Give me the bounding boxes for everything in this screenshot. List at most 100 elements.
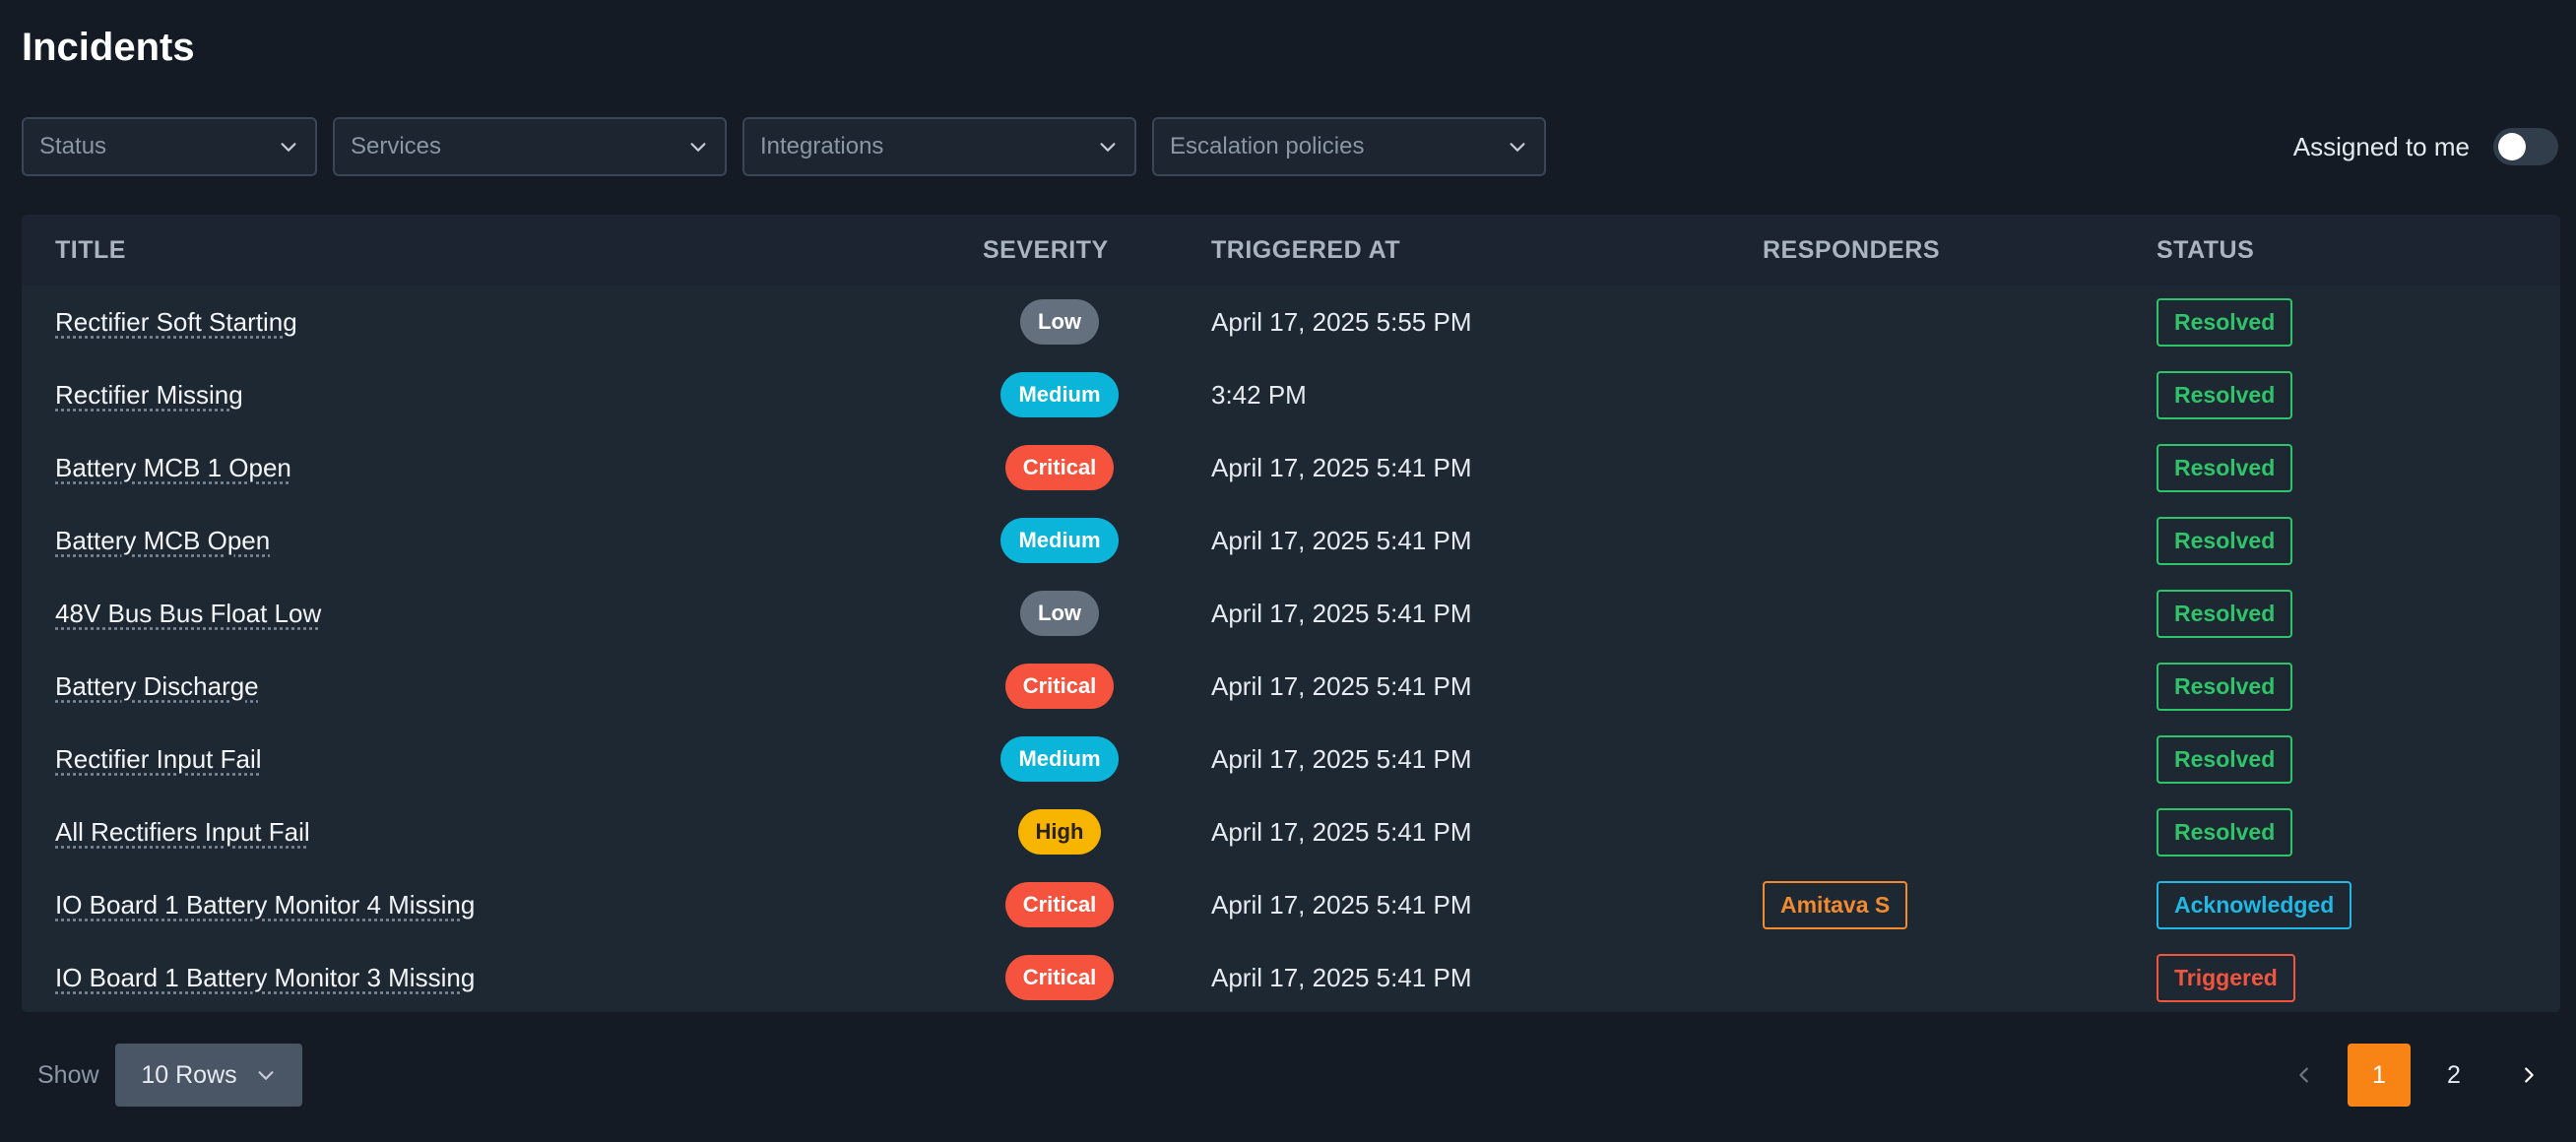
status-filter-placeholder: Status xyxy=(39,133,107,159)
cell-triggered-at: April 17, 2025 5:41 PM xyxy=(1211,962,1472,992)
incident-title-link[interactable]: All Rectifiers Input Fail xyxy=(55,817,310,847)
cell-title: IO Board 1 Battery Monitor 4 Missing xyxy=(22,890,908,920)
status-badge: Triggered xyxy=(2157,953,2295,1002)
severity-badge: Critical xyxy=(1004,955,1115,1000)
chevron-down-icon xyxy=(690,143,706,152)
cell-status: Resolved xyxy=(2157,807,2560,856)
severity-badge: Medium xyxy=(1000,518,1119,563)
cell-title: 48V Bus Bus Float Low xyxy=(22,599,908,629)
cell-status: Triggered xyxy=(2157,953,2560,1002)
header-status[interactable]: STATUS xyxy=(2157,236,2560,265)
status-badge: Resolved xyxy=(2157,589,2293,638)
status-badge: Resolved xyxy=(2157,734,2293,784)
status-badge: Resolved xyxy=(2157,807,2293,856)
prev-page-button[interactable] xyxy=(2273,1044,2336,1107)
severity-badge: Medium xyxy=(1000,372,1119,417)
cell-severity: Low xyxy=(908,591,1211,636)
next-page-button[interactable] xyxy=(2497,1044,2560,1107)
chevron-down-icon xyxy=(258,1071,274,1080)
cell-title: Rectifier Soft Starting xyxy=(22,307,908,338)
assigned-to-me: Assigned to me xyxy=(2293,126,2558,167)
incident-title-link[interactable]: 48V Bus Bus Float Low xyxy=(55,599,321,628)
incident-title-link[interactable]: Rectifier Missing xyxy=(55,380,243,410)
cell-responders: Amitava S xyxy=(1763,880,2157,929)
incident-title-link[interactable]: IO Board 1 Battery Monitor 4 Missing xyxy=(55,890,475,920)
incident-title-link[interactable]: Rectifier Soft Starting xyxy=(55,307,297,337)
table-row[interactable]: Rectifier Missing Medium 3:42 PM Resolve… xyxy=(22,358,2560,431)
show-label: Show xyxy=(37,1061,99,1089)
incident-title-link[interactable]: Battery MCB 1 Open xyxy=(55,453,291,482)
status-badge: Acknowledged xyxy=(2157,880,2352,929)
header-title[interactable]: TITLE xyxy=(22,236,908,265)
header-responders: RESPONDERS xyxy=(1763,235,1941,264)
cell-triggered-at: April 17, 2025 5:41 PM xyxy=(1211,889,1472,920)
table-row[interactable]: Rectifier Soft Starting Low April 17, 20… xyxy=(22,286,2560,358)
escalation-filter-placeholder: Escalation policies xyxy=(1170,133,1365,159)
severity-badge: Critical xyxy=(1004,664,1115,709)
cell-status: Resolved xyxy=(2157,370,2560,419)
header-triggered-at[interactable]: TRIGGERED AT xyxy=(1211,236,1763,265)
status-filter[interactable]: Status xyxy=(22,117,317,176)
status-badge: Resolved xyxy=(2157,662,2293,711)
integrations-filter[interactable]: Integrations xyxy=(742,117,1136,176)
incident-title-link[interactable]: Battery Discharge xyxy=(55,671,259,701)
incident-title-link[interactable]: IO Board 1 Battery Monitor 3 Missing xyxy=(55,963,475,992)
escalation-policies-filter[interactable]: Escalation policies xyxy=(1152,117,1546,176)
assigned-to-me-toggle[interactable] xyxy=(2493,128,2558,165)
cell-title: Battery Discharge xyxy=(22,671,908,702)
table-row[interactable]: 48V Bus Bus Float Low Low April 17, 2025… xyxy=(22,577,2560,650)
incident-title-link[interactable]: Battery MCB Open xyxy=(55,526,270,555)
table-body: Rectifier Soft Starting Low April 17, 20… xyxy=(22,286,2560,1012)
cell-status: Resolved xyxy=(2157,516,2560,565)
severity-badge: Low xyxy=(1020,299,1099,345)
table-row[interactable]: Battery MCB 1 Open Critical April 17, 20… xyxy=(22,431,2560,504)
page-2-button[interactable]: 2 xyxy=(2422,1044,2485,1107)
cell-severity: Medium xyxy=(908,518,1211,563)
toggle-knob xyxy=(2498,133,2526,160)
cell-severity: Critical xyxy=(908,882,1211,927)
cell-title: All Rectifiers Input Fail xyxy=(22,817,908,848)
rows-per-page-select[interactable]: 10 Rows xyxy=(115,1044,302,1107)
table-row[interactable]: IO Board 1 Battery Monitor 4 Missing Cri… xyxy=(22,868,2560,941)
status-badge: Resolved xyxy=(2157,516,2293,565)
cell-status: Resolved xyxy=(2157,297,2560,347)
cell-triggered-at: April 17, 2025 5:41 PM xyxy=(1211,743,1472,774)
chevron-down-icon xyxy=(1510,143,1525,152)
cell-severity: Low xyxy=(908,299,1211,345)
status-badge: Resolved xyxy=(2157,370,2293,419)
table-row[interactable]: Battery Discharge Critical April 17, 202… xyxy=(22,650,2560,723)
severity-badge: Critical xyxy=(1004,882,1115,927)
cell-triggered-at: April 17, 2025 5:41 PM xyxy=(1211,816,1472,847)
cell-status: Resolved xyxy=(2157,443,2560,492)
page-title: Incidents xyxy=(22,26,195,69)
cell-triggered-at: 3:42 PM xyxy=(1211,379,1307,410)
cell-triggered-at: April 17, 2025 5:41 PM xyxy=(1211,598,1472,628)
table-row[interactable]: IO Board 1 Battery Monitor 3 Missing Cri… xyxy=(22,941,2560,1012)
services-filter[interactable]: Services xyxy=(333,117,727,176)
table-row[interactable]: Rectifier Input Fail Medium April 17, 20… xyxy=(22,723,2560,795)
incident-title-link[interactable]: Rectifier Input Fail xyxy=(55,744,262,774)
responder-chip[interactable]: Amitava S xyxy=(1763,880,1908,929)
severity-badge: High xyxy=(1017,809,1102,855)
page-1-button[interactable]: 1 xyxy=(2348,1044,2411,1107)
cell-status: Resolved xyxy=(2157,662,2560,711)
status-badge: Resolved xyxy=(2157,297,2293,347)
services-filter-placeholder: Services xyxy=(351,133,442,159)
cell-triggered-at: April 17, 2025 5:41 PM xyxy=(1211,525,1472,555)
cell-status: Resolved xyxy=(2157,734,2560,784)
cell-triggered-at: April 17, 2025 5:41 PM xyxy=(1211,670,1472,701)
incidents-table: TITLE SEVERITY TRIGGERED AT RESPONDERS S… xyxy=(22,215,2560,1012)
cell-severity: Medium xyxy=(908,736,1211,782)
table-row[interactable]: Battery MCB Open Medium April 17, 2025 5… xyxy=(22,504,2560,577)
integrations-filter-placeholder: Integrations xyxy=(760,133,884,159)
cell-title: Battery MCB Open xyxy=(22,526,908,556)
cell-title: Rectifier Missing xyxy=(22,380,908,411)
table-footer: Show 10 Rows 1 2 xyxy=(22,1044,2560,1107)
cell-triggered-at: April 17, 2025 5:41 PM xyxy=(1211,452,1472,482)
cell-severity: Critical xyxy=(908,664,1211,709)
header-severity[interactable]: SEVERITY xyxy=(908,236,1211,265)
table-row[interactable]: All Rectifiers Input Fail High April 17,… xyxy=(22,795,2560,868)
assigned-to-me-label: Assigned to me xyxy=(2292,131,2470,161)
pagination: 1 2 xyxy=(2273,1044,2560,1107)
cell-title: Rectifier Input Fail xyxy=(22,744,908,775)
